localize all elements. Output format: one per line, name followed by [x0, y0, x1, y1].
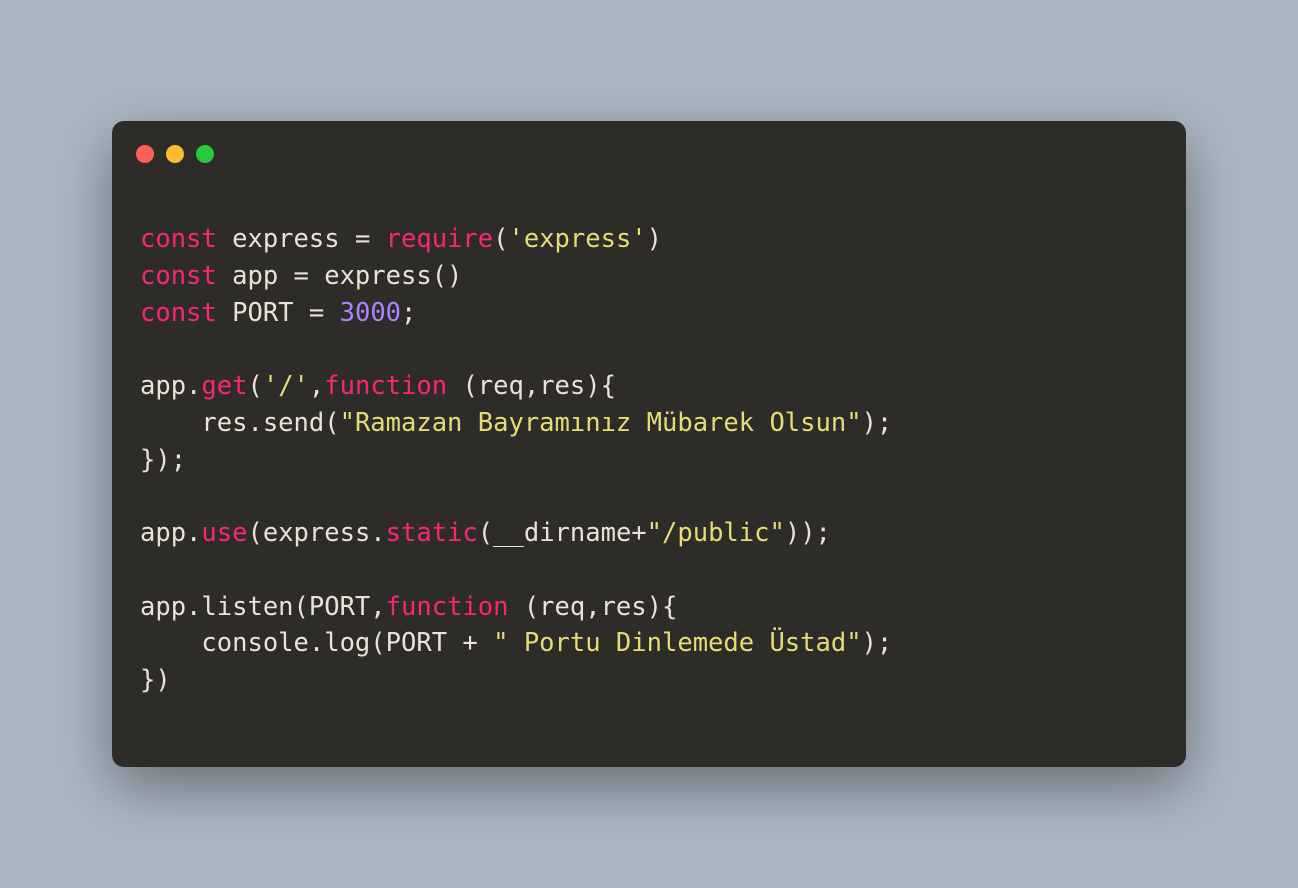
code-text: (req,res){ [508, 592, 677, 622]
string-literal: " Portu Dinlemede Üstad" [493, 628, 861, 658]
string-literal: '/' [263, 371, 309, 401]
code-text: ; [401, 298, 416, 328]
string-literal: "/public" [647, 518, 785, 548]
code-text: , [309, 371, 324, 401]
code-text: = [355, 224, 370, 254]
code-text: console.log(PORT + [140, 628, 493, 658]
maximize-icon[interactable] [196, 145, 214, 163]
code-text: }); [140, 445, 186, 475]
code-text: = [309, 298, 324, 328]
minimize-icon[interactable] [166, 145, 184, 163]
code-text: app = express() [217, 261, 463, 291]
code-text: (__dirname+ [478, 518, 647, 548]
number-literal: 3000 [340, 298, 401, 328]
keyword-const: const [140, 224, 217, 254]
code-text: app. [140, 371, 201, 401]
keyword-const: const [140, 298, 217, 328]
code-text: ); [862, 408, 893, 438]
method-use: use [201, 518, 247, 548]
code-text: express [217, 224, 355, 254]
code-text [324, 298, 339, 328]
method-static: static [386, 518, 478, 548]
code-text: app. [140, 518, 201, 548]
code-text: app.listen(PORT, [140, 592, 386, 622]
code-text: )); [785, 518, 831, 548]
string-literal: "Ramazan Bayramınız Mübarek Olsun" [340, 408, 862, 438]
code-text: ( [247, 371, 262, 401]
code-text: PORT [217, 298, 309, 328]
close-icon[interactable] [136, 145, 154, 163]
code-text: ( [493, 224, 508, 254]
keyword-function: function [386, 592, 509, 622]
code-text: res.send( [140, 408, 340, 438]
string-literal: 'express' [508, 224, 646, 254]
code-text: }) [140, 665, 171, 695]
code-text: ); [862, 628, 893, 658]
code-text: ) [647, 224, 662, 254]
code-block: const express = require('express') const… [112, 163, 1186, 698]
code-text: (req,res){ [447, 371, 616, 401]
code-text: (express. [247, 518, 385, 548]
function-require: require [370, 224, 493, 254]
code-window: const express = require('express') const… [112, 121, 1186, 766]
window-titlebar [112, 121, 1186, 163]
method-get: get [201, 371, 247, 401]
keyword-const: const [140, 261, 217, 291]
keyword-function: function [324, 371, 447, 401]
